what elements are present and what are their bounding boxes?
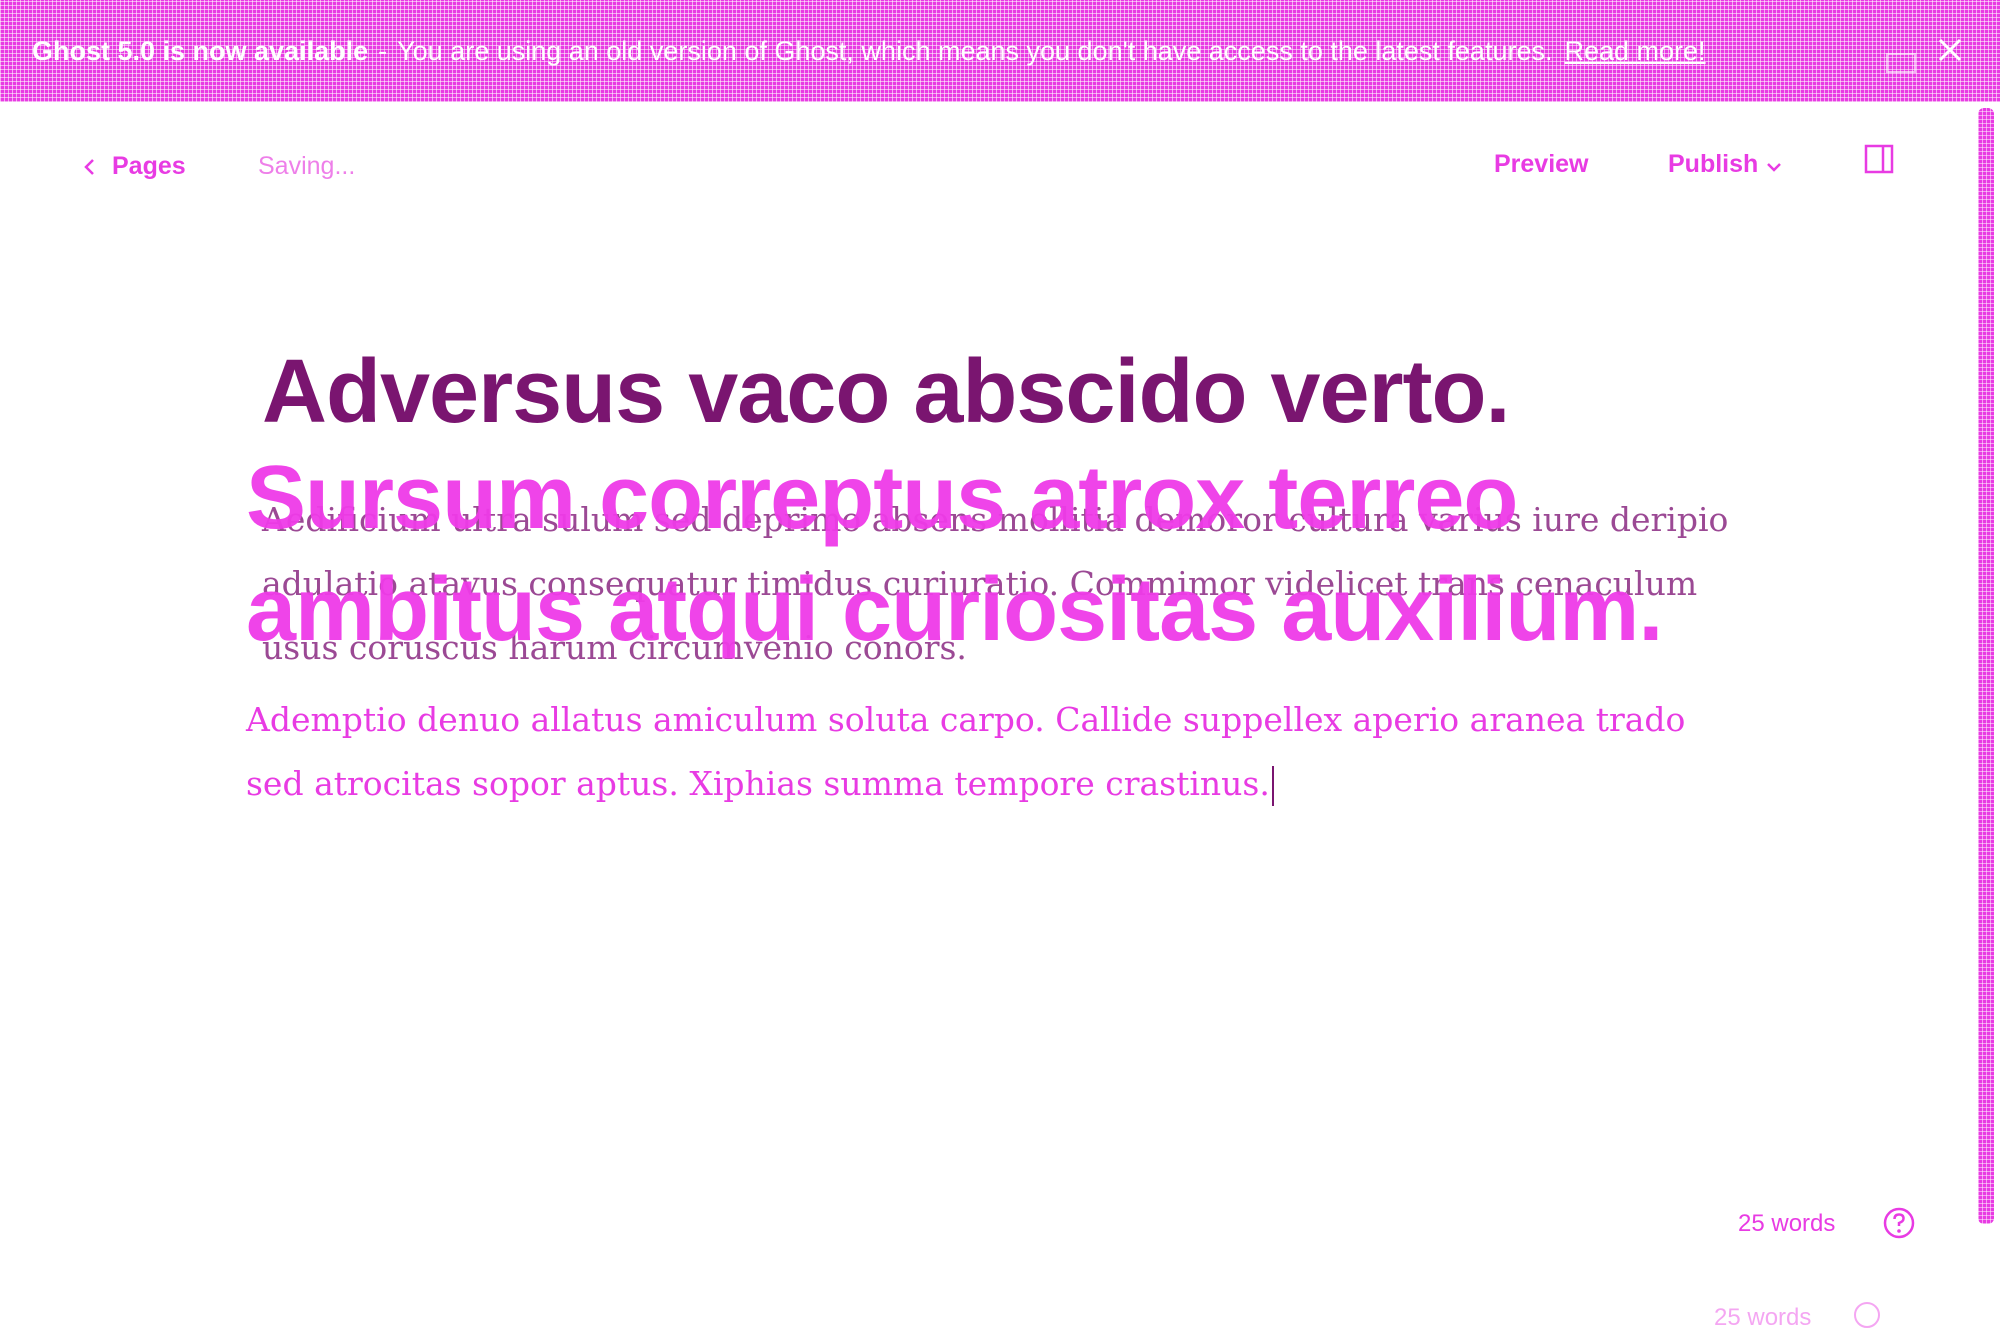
editor-header: Pages Saving... Preview Publish — [0, 102, 1970, 232]
text-cursor — [1271, 766, 1274, 806]
back-to-pages-link[interactable]: Pages — [82, 152, 186, 181]
post-title-line-3: ambitus atqui curiositas auxilium. — [246, 560, 1663, 660]
close-icon[interactable] — [1930, 30, 1970, 70]
publish-button[interactable]: Publish — [1668, 150, 1782, 179]
preview-button[interactable]: Preview — [1494, 150, 1589, 179]
editor-paragraph[interactable]: Ademptio denuo allatus amiculum soluta c… — [246, 688, 1706, 816]
banner-title: Ghost 5.0 is now available — [32, 35, 369, 66]
chevron-left-icon — [84, 158, 94, 175]
update-banner: Ghost 5.0 is now available - You are usi… — [0, 0, 2000, 102]
editor-paragraph-text: Ademptio denuo allatus amiculum soluta c… — [246, 700, 1686, 803]
publish-button-label: Publish — [1668, 150, 1759, 178]
banner-separator: - — [378, 35, 388, 66]
sidebar-toggle-icon[interactable] — [1864, 144, 1894, 174]
banner-read-more-link[interactable]: Read more! — [1564, 36, 1705, 67]
word-count: 25 words — [1738, 1210, 1836, 1237]
chevron-down-icon — [1767, 162, 1782, 172]
ghost-help-icon — [1854, 1302, 1880, 1328]
post-title-line-2: Sursum correptus atrox terreo — [246, 448, 1518, 548]
post-title-continued[interactable]: Sursum correptus atrox terreo ambitus at… — [246, 442, 1746, 666]
save-status: Saving... — [258, 152, 356, 180]
back-link-label: Pages — [112, 152, 186, 180]
banner-message: You are using an old version of Ghost, w… — [397, 35, 1553, 66]
vertical-scrollbar[interactable] — [1978, 108, 1994, 1224]
ghost-word-count: 25 words — [1714, 1304, 1812, 1331]
post-title-line-1[interactable]: Adversus vaco abscido verto. — [262, 342, 1762, 442]
help-icon[interactable] — [1882, 1206, 1916, 1240]
banner-ghost-icon — [1886, 53, 1916, 73]
